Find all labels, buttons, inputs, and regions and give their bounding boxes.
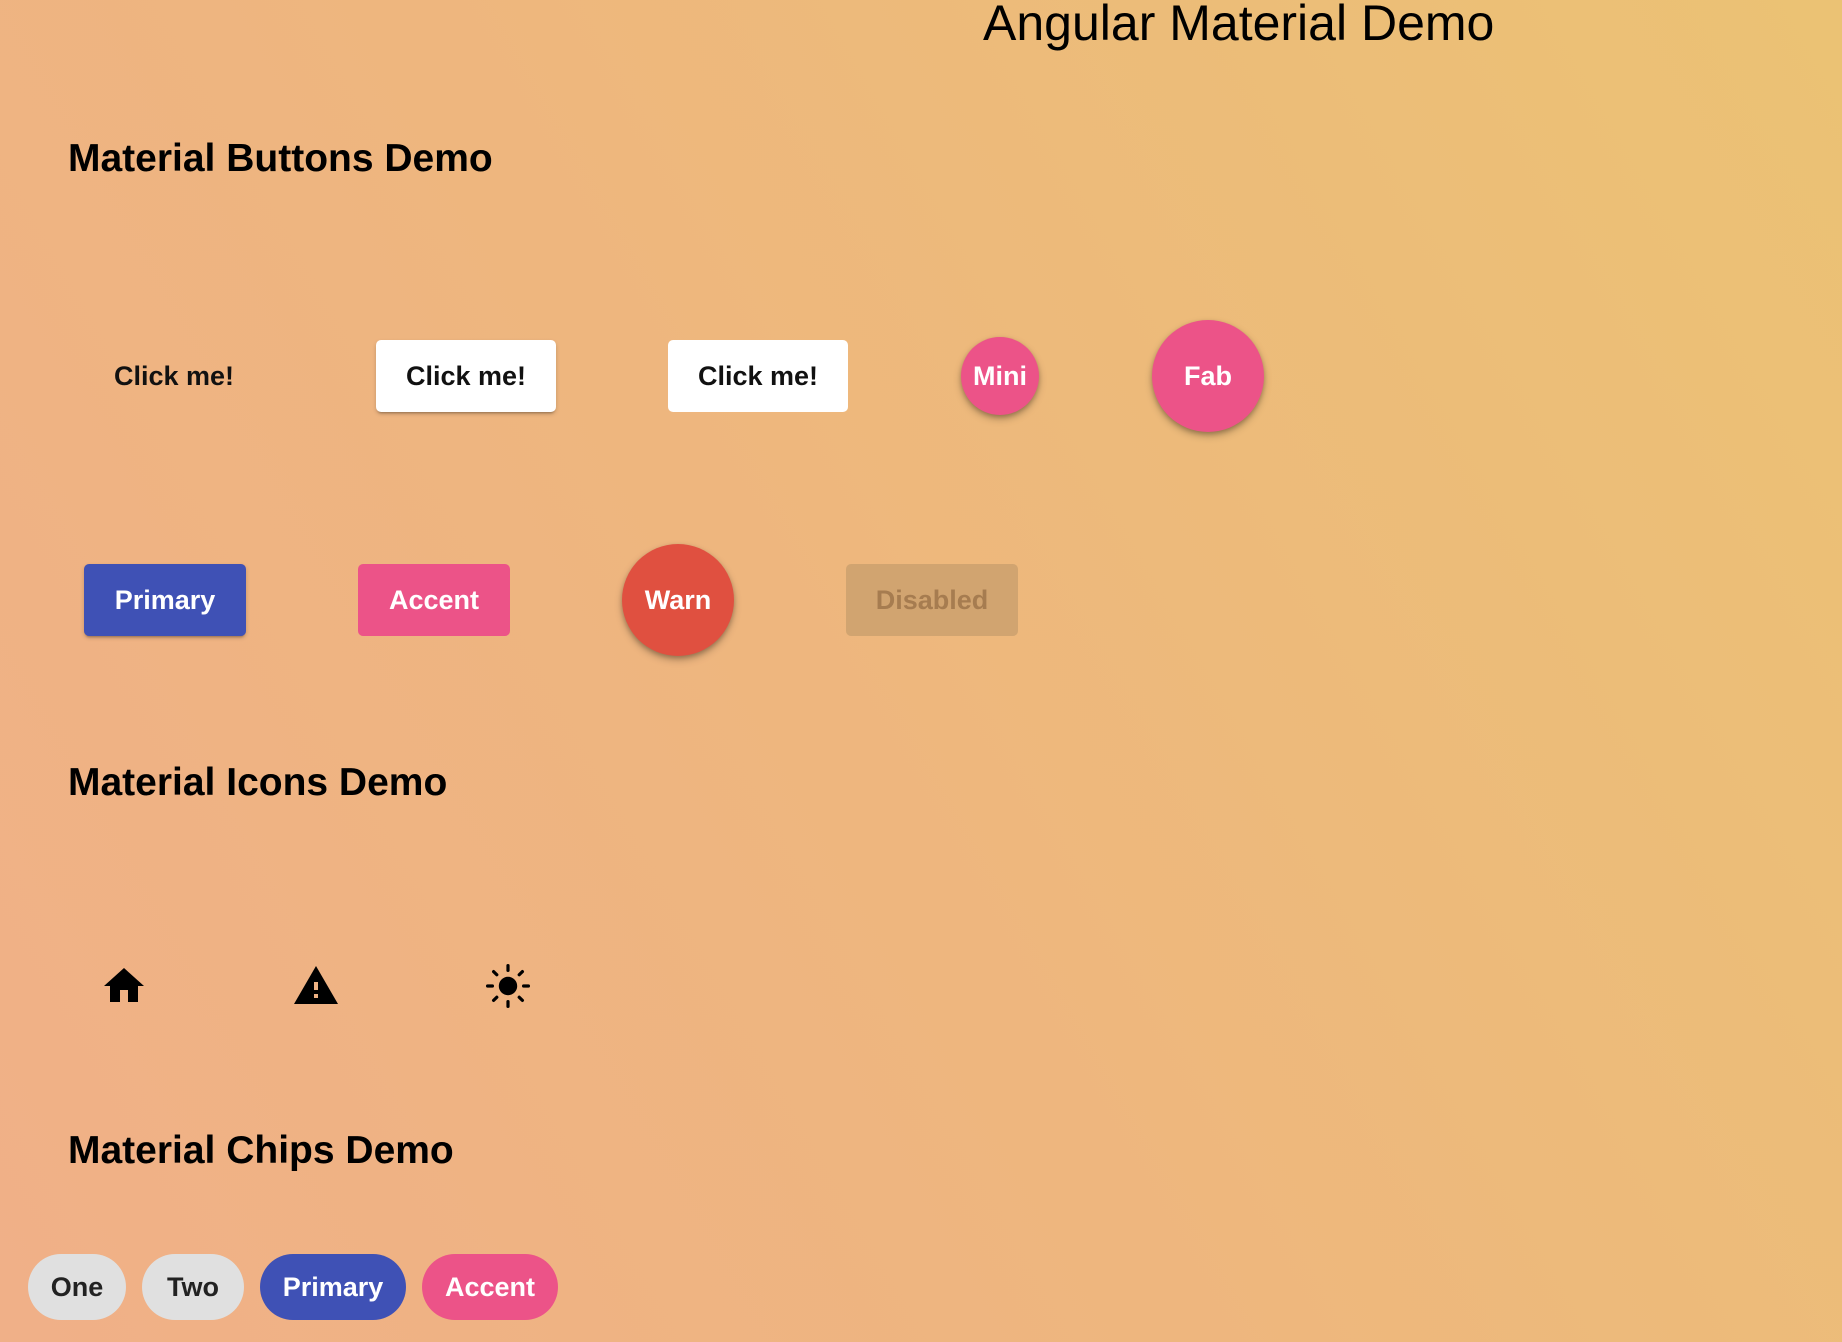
warn-fab-button[interactable]: Warn [622,544,734,656]
flat-button[interactable]: Click me! [668,340,848,412]
disabled-button: Disabled [846,564,1018,636]
accent-button[interactable]: Accent [358,564,510,636]
fab-button[interactable]: Fab [1152,320,1264,432]
chip-two[interactable]: Two [142,1254,244,1320]
home-icon [100,962,148,1010]
brightness-icon [484,962,532,1010]
icons-section-title: Material Icons Demo [68,761,448,804]
buttons-section-title: Material Buttons Demo [68,137,493,180]
chip-one[interactable]: One [28,1254,126,1320]
chip-accent[interactable]: Accent [422,1254,558,1320]
raised-button[interactable]: Click me! [376,340,556,412]
page-title: Angular Material Demo [983,0,1495,51]
chip-primary[interactable]: Primary [260,1254,406,1320]
basic-button[interactable]: Click me! [90,340,258,412]
warning-icon [292,962,340,1010]
mini-fab-button[interactable]: Mini [961,337,1039,415]
primary-button[interactable]: Primary [84,564,246,636]
chips-section-title: Material Chips Demo [68,1129,454,1172]
